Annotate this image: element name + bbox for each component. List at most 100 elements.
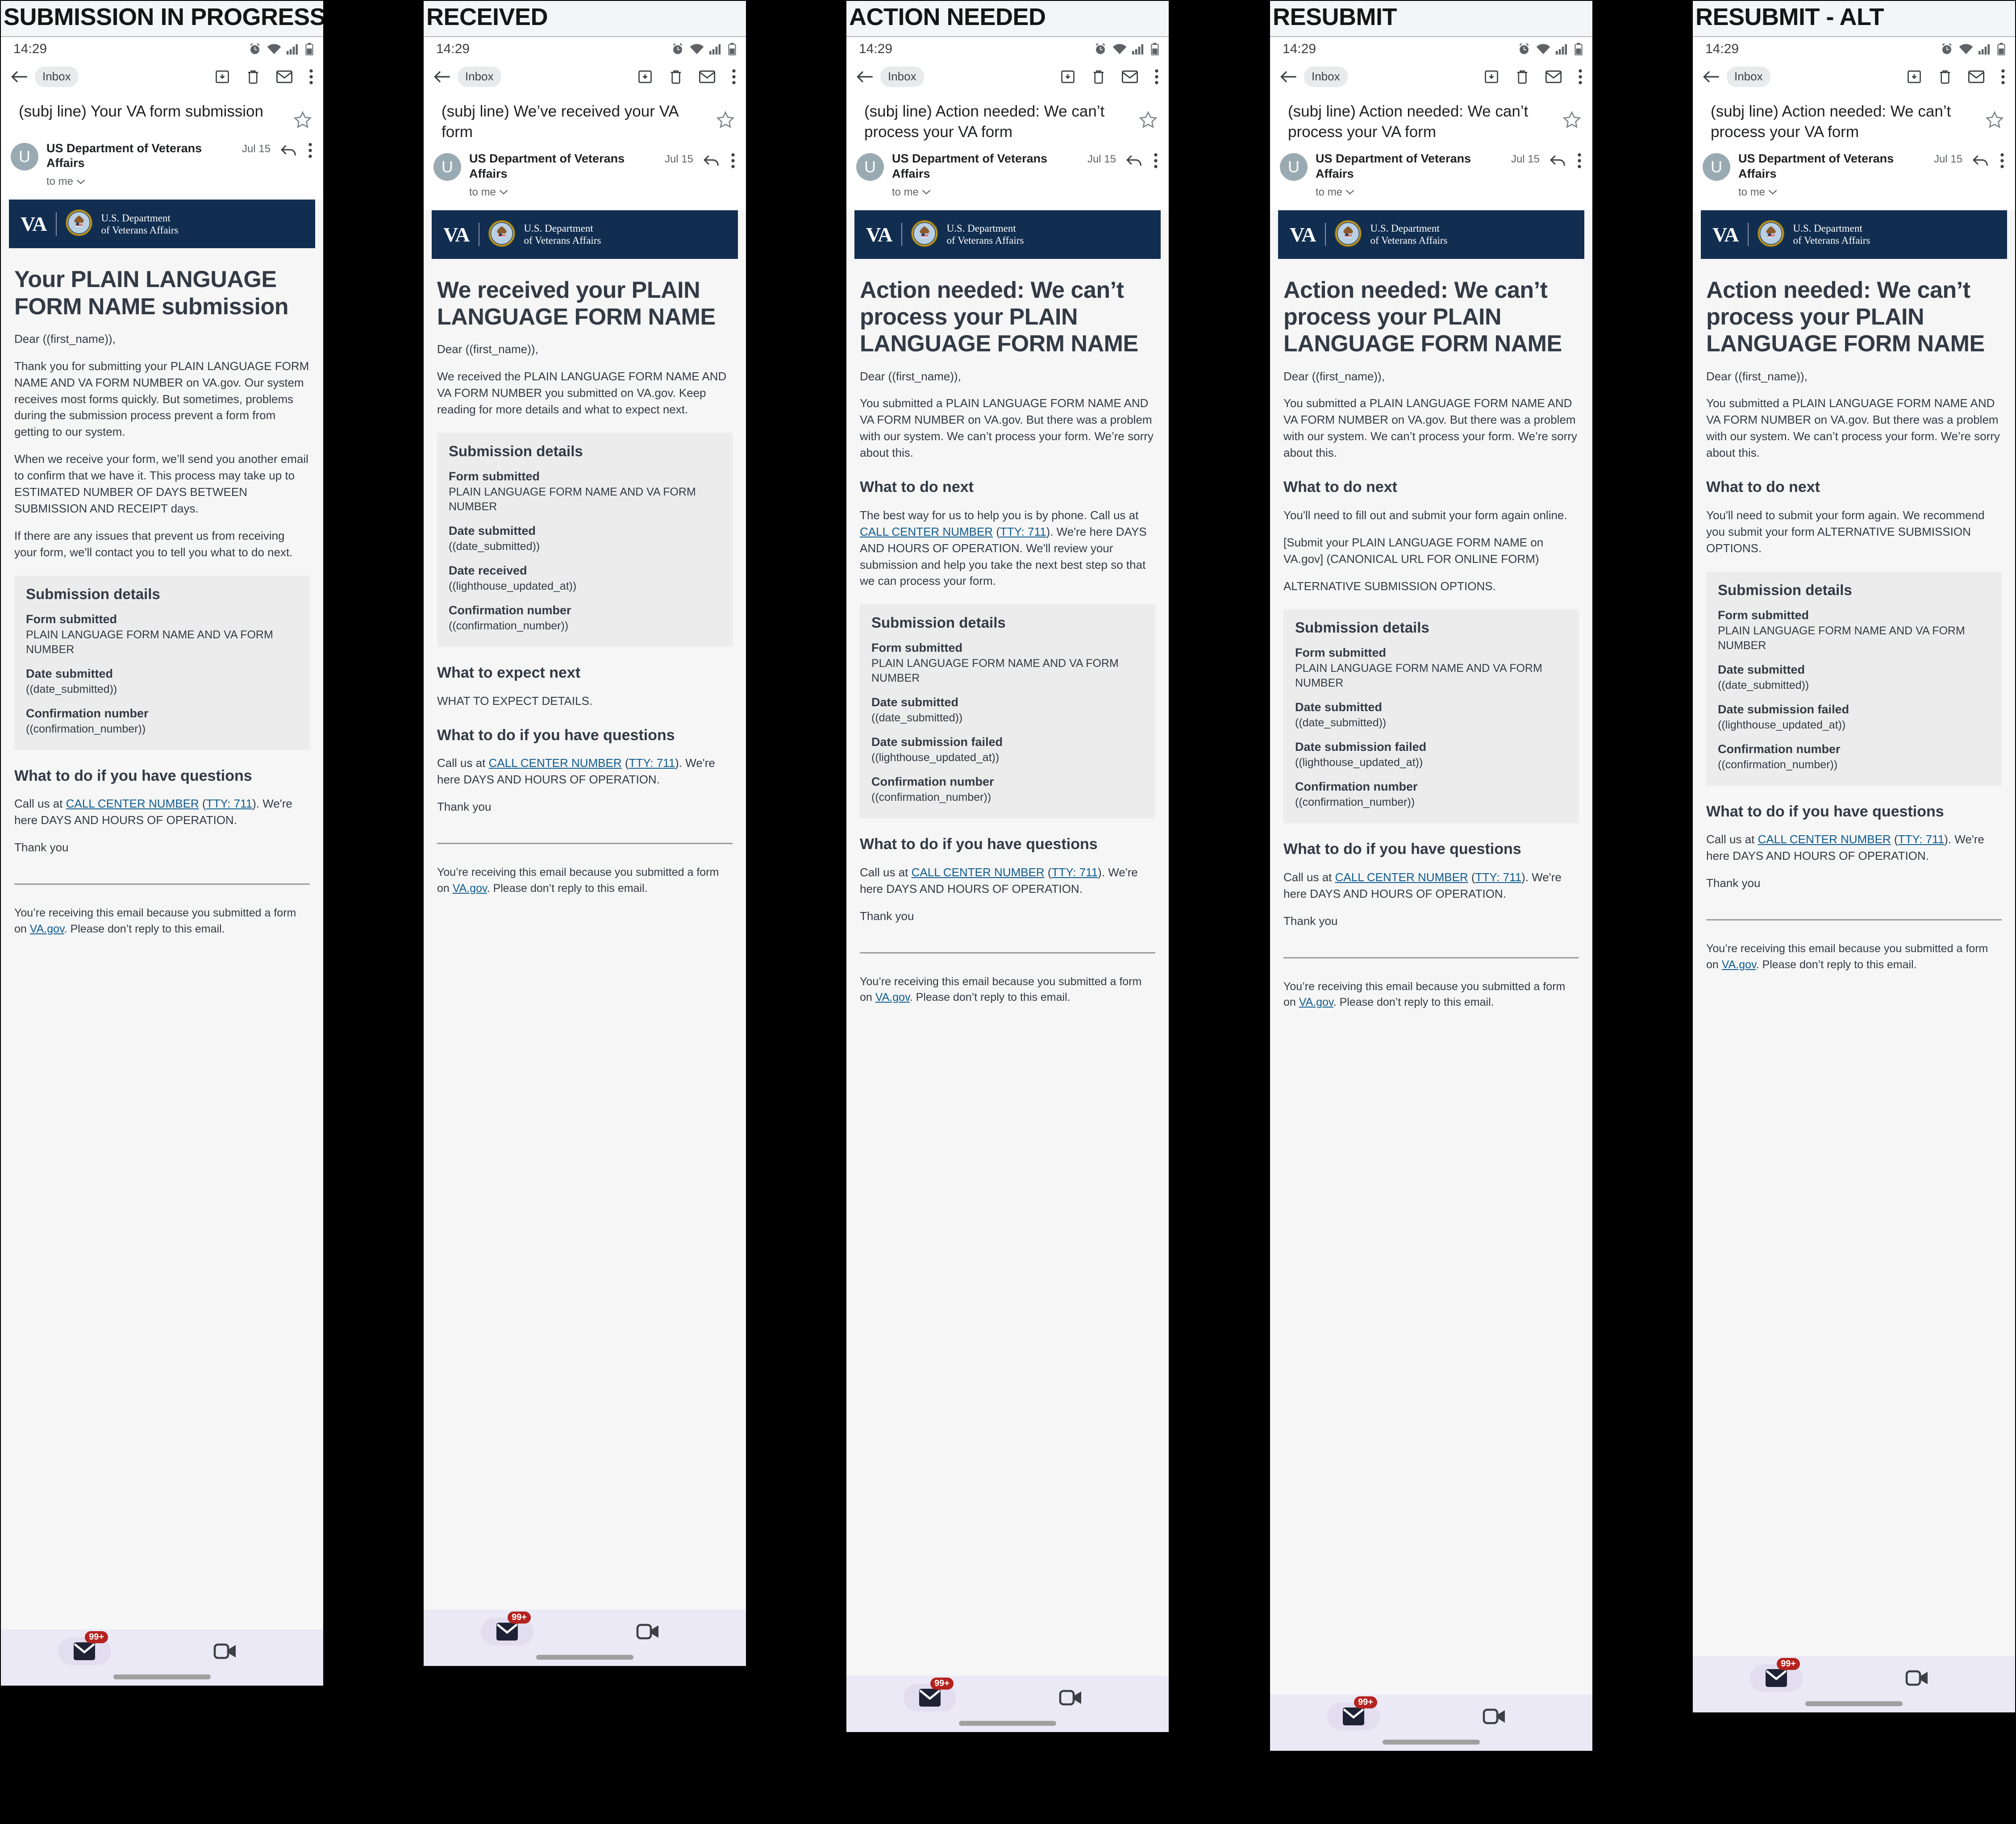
email-subject-row: (subj line) Your VA form submission: [1, 94, 323, 135]
salutation: Dear ((first_name)),: [437, 342, 538, 356]
vagov-link[interactable]: VA.gov: [1299, 996, 1333, 1008]
overflow-menu-icon[interactable]: [1577, 69, 1583, 84]
inbox-chip[interactable]: Inbox: [880, 66, 924, 87]
reply-icon[interactable]: [1972, 154, 1989, 167]
inbox-chip[interactable]: Inbox: [1727, 66, 1770, 87]
tty-open: (: [1044, 866, 1052, 879]
recipient-toggle[interactable]: to me: [469, 186, 660, 199]
nav-item-mail[interactable]: 99+: [904, 1678, 956, 1712]
tty-link[interactable]: TTY: 711: [1475, 870, 1522, 884]
reply-icon[interactable]: [703, 154, 720, 167]
star-icon[interactable]: [1562, 101, 1582, 132]
call-center-link[interactable]: CALL CENTER NUMBER: [1335, 870, 1468, 884]
tty-link[interactable]: TTY: 711: [1052, 866, 1098, 879]
recipient-toggle[interactable]: to me: [1738, 186, 1929, 199]
alarm-icon: [1094, 42, 1107, 56]
back-arrow-icon[interactable]: [856, 69, 874, 84]
back-arrow-icon[interactable]: [11, 69, 29, 84]
tty-link[interactable]: TTY: 711: [206, 797, 253, 810]
email-date: Jul 15: [1933, 153, 1962, 166]
vagov-link[interactable]: VA.gov: [875, 991, 910, 1004]
star-icon[interactable]: [716, 101, 735, 132]
detail-label-form: Form submitted: [1295, 646, 1387, 660]
message-overflow-icon[interactable]: [307, 142, 313, 158]
recipient-toggle[interactable]: to me: [46, 175, 237, 188]
recipient-toggle[interactable]: to me: [892, 186, 1083, 199]
body-paragraph: Thank you for submitting your PLAIN LANG…: [14, 359, 309, 439]
overflow-menu-icon[interactable]: [308, 69, 314, 84]
back-arrow-icon[interactable]: [433, 69, 451, 84]
star-icon[interactable]: [1138, 101, 1158, 132]
email-headline: Your PLAIN LANGUAGE FORM NAME submission: [14, 267, 289, 320]
nav-item-meet[interactable]: [1905, 1669, 1929, 1687]
nav-item-meet[interactable]: [1059, 1689, 1083, 1707]
reply-icon[interactable]: [1549, 154, 1566, 167]
mark-unread-icon[interactable]: [276, 70, 293, 84]
archive-icon[interactable]: [1060, 69, 1076, 85]
nav-item-mail[interactable]: 99+: [1750, 1658, 1803, 1692]
detail-value-date-failed: ((lighthouse_updated_at)): [1718, 718, 1846, 731]
what-to-do-next-heading: What to do next: [1706, 479, 1820, 496]
overflow-menu-icon[interactable]: [2000, 69, 2006, 84]
inbox-chip[interactable]: Inbox: [35, 66, 79, 87]
vagov-link[interactable]: VA.gov: [453, 882, 487, 895]
call-center-link[interactable]: CALL CENTER NUMBER: [912, 866, 1045, 879]
banner-divider: [901, 223, 902, 246]
call-center-link[interactable]: CALL CENTER NUMBER: [860, 525, 993, 538]
inbox-chip[interactable]: Inbox: [458, 66, 501, 87]
nav-item-meet[interactable]: [636, 1623, 660, 1641]
email-headline: Action needed: We can’t process your PLA…: [860, 277, 1138, 357]
nav-item-meet[interactable]: [213, 1642, 237, 1660]
call-center-link[interactable]: CALL CENTER NUMBER: [489, 756, 622, 770]
delete-icon[interactable]: [1091, 69, 1106, 85]
message-overflow-icon[interactable]: [1999, 153, 2005, 168]
overflow-menu-icon[interactable]: [731, 69, 737, 84]
message-overflow-icon[interactable]: [1153, 153, 1159, 168]
mark-unread-icon[interactable]: [699, 70, 716, 84]
archive-icon[interactable]: [1906, 69, 1922, 85]
tty-link[interactable]: TTY: 711: [1000, 525, 1046, 538]
tty-link[interactable]: TTY: 711: [629, 756, 675, 770]
call-center-link[interactable]: CALL CENTER NUMBER: [66, 797, 199, 810]
delete-icon[interactable]: [1515, 69, 1530, 85]
nav-item-mail[interactable]: 99+: [481, 1612, 533, 1645]
tty-link[interactable]: TTY: 711: [1898, 833, 1945, 846]
vagov-link[interactable]: VA.gov: [1722, 958, 1756, 971]
wifi-icon: [1959, 43, 1973, 55]
nav-item-mail[interactable]: 99+: [1327, 1696, 1380, 1730]
panel-label-strip: RESUBMIT: [1270, 1, 1592, 37]
vagov-link[interactable]: VA.gov: [30, 923, 64, 935]
alarm-icon: [671, 42, 684, 56]
chevron-down-icon: [499, 190, 508, 195]
archive-icon[interactable]: [214, 69, 230, 85]
delete-icon[interactable]: [246, 69, 261, 85]
back-arrow-icon[interactable]: [1280, 69, 1298, 84]
star-icon[interactable]: [1985, 101, 2004, 132]
reply-icon[interactable]: [1126, 154, 1143, 167]
message-overflow-icon[interactable]: [1576, 153, 1583, 168]
banner-divider: [55, 212, 57, 236]
mark-unread-icon[interactable]: [1545, 70, 1562, 84]
mark-unread-icon[interactable]: [1121, 70, 1138, 84]
archive-icon[interactable]: [1483, 69, 1500, 85]
inbox-chip[interactable]: Inbox: [1304, 66, 1348, 87]
chevron-down-icon: [76, 179, 85, 184]
sender-name: US Department of Veterans Affairs: [1738, 152, 1894, 180]
sender-name: US Department of Veterans Affairs: [46, 141, 202, 170]
back-arrow-icon[interactable]: [1703, 69, 1720, 84]
archive-icon[interactable]: [637, 69, 653, 85]
reply-icon[interactable]: [280, 144, 297, 157]
star-icon[interactable]: [293, 101, 312, 132]
nav-item-meet[interactable]: [1483, 1707, 1507, 1725]
delete-icon[interactable]: [1937, 69, 1953, 85]
email-subject: (subj line) Action needed: We can’t proc…: [1288, 102, 1529, 141]
overflow-menu-icon[interactable]: [1154, 69, 1160, 84]
nav-item-mail[interactable]: 99+: [58, 1631, 111, 1665]
recipient-toggle[interactable]: to me: [1316, 186, 1507, 199]
call-center-link[interactable]: CALL CENTER NUMBER: [1758, 833, 1891, 846]
message-overflow-icon[interactable]: [730, 153, 736, 168]
mark-unread-icon[interactable]: [1968, 70, 1985, 84]
delete-icon[interactable]: [668, 69, 683, 85]
avatar: U: [1280, 153, 1308, 181]
battery-icon: [1151, 42, 1159, 55]
